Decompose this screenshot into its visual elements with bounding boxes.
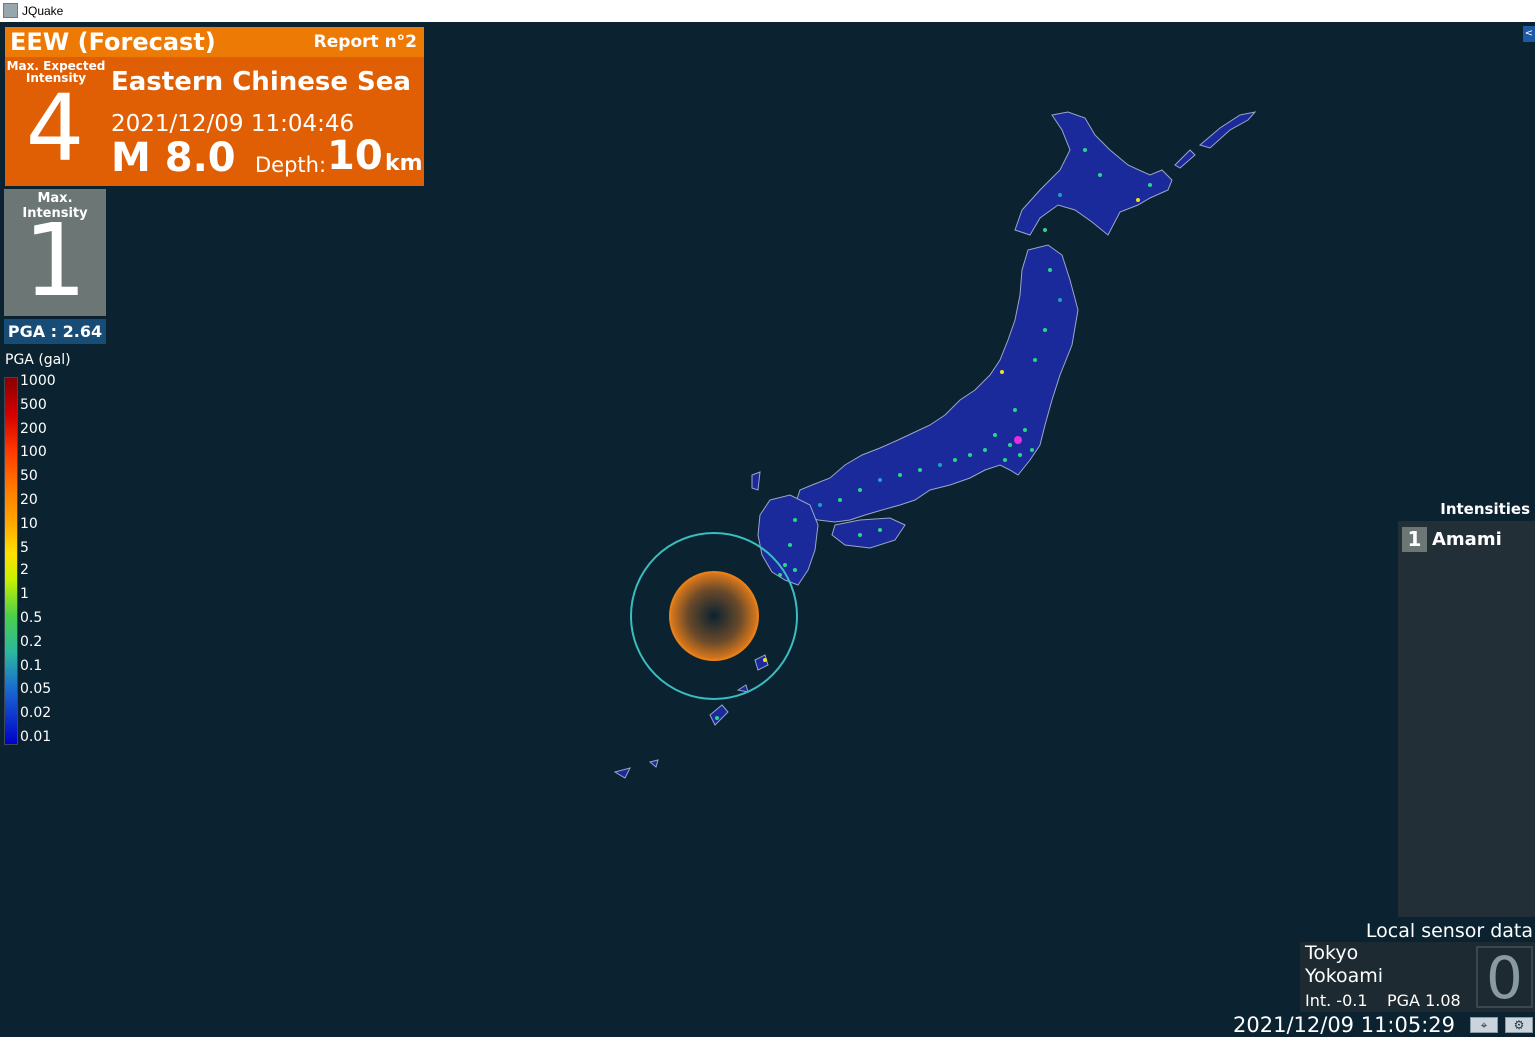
legend-tick: 5 xyxy=(20,540,29,556)
legend-tick: 500 xyxy=(20,397,47,413)
legend-tick: 0.01 xyxy=(20,729,52,745)
settings-button[interactable]: ⚙ xyxy=(1505,1017,1533,1033)
intensity-badge: 1 xyxy=(1402,527,1427,552)
current-time: 2021/12/09 11:05:29 xyxy=(1233,1013,1456,1037)
local-sensor-city: Tokyo xyxy=(1305,942,1359,964)
max-intensity-box: Max. Intensity 1 xyxy=(4,189,106,316)
window-title: JQuake xyxy=(22,4,64,18)
legend-tick: 100 xyxy=(20,444,47,460)
legend-tick: 1 xyxy=(20,586,29,602)
legend-tick: 0.1 xyxy=(20,658,43,674)
local-shindo-box: 0 xyxy=(1476,946,1533,1008)
depth-value: 10 xyxy=(327,133,383,179)
local-sensor-station: Yokoami xyxy=(1305,965,1384,987)
epicenter-region: Eastern Chinese Sea xyxy=(111,67,411,97)
wave-propagation xyxy=(630,532,798,700)
kyushu xyxy=(757,494,819,586)
shikoku xyxy=(831,517,906,549)
amami-island xyxy=(754,654,769,671)
eew-header: EEW (Forecast) Report n°2 xyxy=(5,27,424,57)
hokkaido xyxy=(1014,111,1173,236)
pga-legend-title: PGA (gal) xyxy=(5,352,71,368)
gear-icon: ⚙ xyxy=(1513,1018,1525,1032)
legend-tick: 0.05 xyxy=(20,681,52,697)
legend-tick: 20 xyxy=(20,492,38,508)
legend-tick: 1000 xyxy=(20,373,56,389)
legend-tick: 10 xyxy=(20,516,38,532)
max-pga: PGA : 2.64 xyxy=(4,319,106,344)
legend-tick: 0.02 xyxy=(20,705,52,721)
legend-tick: 2 xyxy=(20,562,29,578)
local-sensor-pga: PGA 1.08 xyxy=(1387,991,1461,1010)
collapse-panel-button[interactable]: < xyxy=(1523,26,1535,42)
okinawa-island xyxy=(709,704,729,726)
japan-landmass xyxy=(613,111,1257,779)
local-sensor-panel: Tokyo Yokoami Int. -0.1 PGA 1.08 0 xyxy=(1300,942,1535,1012)
legend-tick: 0.5 xyxy=(20,610,43,626)
magnitude: M 8.0 xyxy=(111,135,236,181)
sakishima-island xyxy=(613,767,631,779)
max-intensity-value: 1 xyxy=(23,202,87,319)
intensities-list[interactable]: 1 Amami xyxy=(1398,521,1535,917)
local-sensor-title: Local sensor data xyxy=(1365,920,1533,942)
kuril-island xyxy=(1198,111,1257,149)
locate-button[interactable]: ⌖ xyxy=(1470,1017,1498,1033)
tsushima-island xyxy=(751,471,761,491)
seismograph-icon xyxy=(3,3,18,18)
max-expected-intensity-value: 4 xyxy=(25,75,85,182)
ryukyu-islet xyxy=(736,684,749,693)
yaeyama-islet xyxy=(648,759,659,768)
crosshair-icon: ⌖ xyxy=(1480,1018,1488,1032)
window-titlebar: JQuake xyxy=(0,0,1535,22)
local-sensor-intensity: Int. -0.1 xyxy=(1305,991,1368,1010)
origin-time: 2021/12/09 11:04:46 xyxy=(111,111,355,137)
eew-title: EEW (Forecast) xyxy=(10,28,216,56)
pga-color-scale xyxy=(4,377,18,745)
legend-tick: 50 xyxy=(20,468,38,484)
kuril-island-2 xyxy=(1174,149,1196,169)
intensities-title: Intensities xyxy=(1440,500,1530,518)
legend-tick: 0.2 xyxy=(20,634,43,650)
s-wave-ring xyxy=(669,571,759,661)
eew-panel: EEW (Forecast) Report n°2 Max. Expected … xyxy=(5,27,424,186)
eew-report-number: Report n°2 xyxy=(313,32,417,52)
intensity-region: Amami xyxy=(1432,529,1502,550)
depth-label: Depth: xyxy=(255,153,327,177)
depth-unit: km xyxy=(385,151,423,176)
legend-tick: 200 xyxy=(20,421,47,437)
honshu xyxy=(794,244,1079,523)
